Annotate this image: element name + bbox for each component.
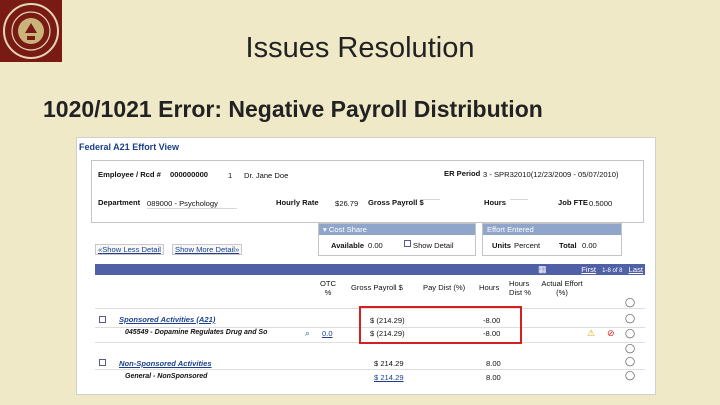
warning-icon: ⚠ bbox=[587, 328, 596, 338]
comment-icon[interactable]: ◯ bbox=[625, 298, 635, 307]
employee-info-panel: Employee / Rcd # 000000000 1 Dr. Jane Do… bbox=[91, 160, 644, 223]
cost-share-available-label: Available bbox=[331, 241, 365, 250]
row-select-checkbox[interactable] bbox=[99, 316, 106, 323]
total-value: 0.00 bbox=[582, 241, 597, 250]
employee-id: 000000000 bbox=[170, 170, 209, 179]
department-value: 089000 - Psychology bbox=[147, 199, 237, 209]
hours-value bbox=[510, 199, 528, 200]
otc-value-link[interactable]: 0.0 bbox=[322, 329, 333, 338]
grid-toolbar: ▦ First 1-8 of 8 Last bbox=[95, 264, 645, 275]
units-label: Units bbox=[492, 241, 511, 250]
grid-navigation: First 1-8 of 8 Last bbox=[577, 264, 643, 277]
employee-rcd: 1 bbox=[228, 171, 233, 180]
general-detail-label: General - NonSponsored bbox=[125, 373, 208, 380]
grid-icon[interactable]: ▦ bbox=[538, 265, 547, 274]
col-pay-dist: Pay Dist (%) bbox=[423, 283, 466, 292]
job-fte-value: 0.5000 bbox=[589, 199, 613, 208]
non-sponsored-activities-link[interactable]: Non-Sponsored Activities bbox=[119, 359, 212, 368]
comment-icon[interactable]: ◯ bbox=[625, 371, 635, 380]
comment-icon[interactable]: ◯ bbox=[625, 314, 635, 323]
hourly-rate-value: $26.79 bbox=[335, 199, 359, 208]
first-link[interactable]: First bbox=[581, 265, 596, 274]
employee-label: Employee / Rcd # bbox=[98, 170, 161, 179]
show-detail-label: Show Detail bbox=[413, 241, 454, 250]
slide-subtitle: 1020/1021 Error: Negative Payroll Distri… bbox=[43, 96, 543, 122]
highlight-annotation-box bbox=[359, 306, 522, 344]
slide-title: Issues Resolution bbox=[245, 32, 475, 64]
show-detail-checkbox[interactable] bbox=[404, 240, 411, 247]
job-fte-label: Job FTE bbox=[558, 198, 588, 207]
department-label: Department bbox=[98, 198, 141, 207]
no-entry-icon[interactable]: ⊘ bbox=[607, 329, 615, 338]
gross-payroll-value bbox=[420, 199, 440, 200]
cost-share-box: ▾ Cost Share Available 0.00 Show Detail bbox=[318, 223, 476, 256]
col-actual-effort: Actual Effort (%) bbox=[541, 279, 583, 297]
page-title: Federal A21 Effort View bbox=[79, 142, 180, 152]
hourly-rate-label: Hourly Rate bbox=[276, 198, 319, 207]
comment-icon[interactable]: ◯ bbox=[625, 357, 635, 366]
effort-entered-header: Effort Entered bbox=[483, 224, 621, 235]
sponsored-activities-link[interactable]: Sponsored Activities (A21) bbox=[119, 315, 215, 324]
row-hours: 8.00 bbox=[486, 373, 501, 382]
col-gross-payroll: Gross Payroll $ bbox=[351, 283, 403, 292]
show-less-detail-button[interactable]: «Show Less Detail bbox=[95, 244, 164, 255]
cost-share-available-value: 0.00 bbox=[368, 241, 383, 250]
show-more-detail-button[interactable]: Show More Detail» bbox=[172, 244, 243, 255]
effort-entered-box: Effort Entered Units Percent Total 0.00 bbox=[482, 223, 622, 256]
gross-payroll-label: Gross Payroll $ bbox=[368, 198, 424, 207]
project-detail-label: 045549 - Dopamine Regulates Drug and So bbox=[125, 329, 268, 336]
comment-icon[interactable]: ◯ bbox=[625, 329, 635, 338]
hours-label: Hours bbox=[484, 198, 506, 207]
row-range: 1-8 of 8 bbox=[602, 268, 623, 274]
comment-icon[interactable]: ◯ bbox=[625, 344, 635, 353]
lookup-icon[interactable]: ⌕ bbox=[305, 329, 310, 338]
cost-share-header[interactable]: ▾ Cost Share bbox=[319, 224, 475, 235]
employee-name: Dr. Jane Doe bbox=[244, 171, 289, 180]
units-value: Percent bbox=[514, 241, 541, 250]
total-label: Total bbox=[559, 241, 577, 250]
er-period-value: 3 - SPR32010(12/23/2009 - 05/07/2010) bbox=[483, 170, 619, 179]
row-hours: 8.00 bbox=[486, 359, 501, 368]
col-hours-dist: Hours Dist % bbox=[509, 279, 531, 297]
row-gross-link[interactable]: $ 214.29 bbox=[374, 373, 404, 382]
last-link[interactable]: Last bbox=[629, 265, 643, 274]
col-otc: OTC % bbox=[320, 279, 337, 297]
row-gross: $ 214.29 bbox=[374, 359, 404, 368]
effort-view-window: Federal A21 Effort View Employee / Rcd #… bbox=[76, 137, 656, 395]
er-period-label: ER Period bbox=[444, 169, 481, 178]
col-hours: Hours bbox=[479, 283, 500, 292]
row-select-checkbox[interactable] bbox=[99, 359, 106, 366]
